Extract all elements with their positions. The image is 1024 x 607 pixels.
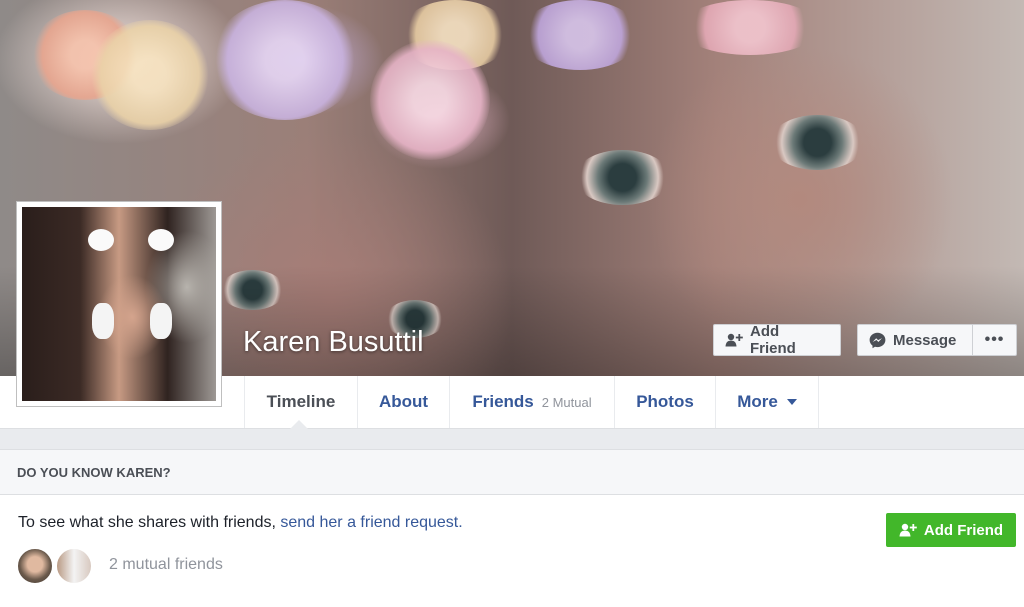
- cover-flower-crown: [370, 40, 490, 160]
- more-options-button[interactable]: •••: [972, 324, 1017, 356]
- mutual-count: 2 Mutual: [541, 394, 592, 410]
- filter-ear: [88, 229, 114, 251]
- add-friend-button[interactable]: Add Friend: [713, 323, 841, 357]
- filter-ear: [148, 229, 174, 251]
- card-header: DO YOU KNOW KAREN?: [0, 450, 1024, 495]
- message-button[interactable]: Message: [857, 324, 973, 356]
- friend-request-prompt: To see what she shares with friends, sen…: [18, 514, 463, 532]
- mutual-friends-link[interactable]: 2 mutual friends: [109, 556, 223, 574]
- person-plus-icon: [899, 523, 917, 537]
- cover-flower-crown: [90, 20, 210, 130]
- cover-flower-crown: [520, 0, 640, 70]
- profile-picture[interactable]: [16, 201, 222, 407]
- tab-photos[interactable]: Photos: [614, 376, 715, 428]
- add-friend-button-green[interactable]: Add Friend: [886, 513, 1016, 547]
- message-label: Message: [893, 331, 957, 349]
- do-you-know-card: DO YOU KNOW KAREN? To see what she share…: [0, 449, 1024, 607]
- prompt-text: To see what she shares with friends,: [18, 514, 276, 531]
- tab-label: Photos: [636, 392, 694, 411]
- cover-face-detail: [575, 150, 670, 205]
- active-tab-indicator: [290, 420, 308, 429]
- add-friend-label: Add Friend: [923, 521, 1004, 539]
- send-friend-request-link[interactable]: send her a friend request.: [280, 514, 462, 531]
- tab-label: Friends: [472, 392, 534, 411]
- filter-paw: [92, 303, 114, 339]
- person-plus-icon: [725, 333, 743, 347]
- tab-friends[interactable]: Friends 2 Mutual: [449, 376, 614, 428]
- caret-down-icon: [786, 399, 797, 405]
- add-friend-label: Add Friend: [750, 323, 796, 357]
- profile-name[interactable]: Karen Busuttil: [243, 326, 424, 359]
- tab-about[interactable]: About: [357, 376, 449, 428]
- messenger-icon: [869, 332, 886, 349]
- tab-label: Timeline: [266, 392, 336, 411]
- mutual-friend-avatar[interactable]: [55, 547, 93, 585]
- cover-flower-crown: [680, 0, 820, 55]
- cover-face-detail: [770, 115, 865, 170]
- profile-photo: [22, 207, 216, 401]
- ellipsis-icon: •••: [984, 331, 1005, 348]
- tab-label: About: [378, 392, 429, 411]
- cover-flower-crown: [210, 0, 360, 120]
- tab-more[interactable]: More: [715, 376, 819, 428]
- mutual-friend-avatar[interactable]: [16, 547, 54, 585]
- tab-label: More: [737, 392, 778, 411]
- filter-paw: [150, 303, 172, 339]
